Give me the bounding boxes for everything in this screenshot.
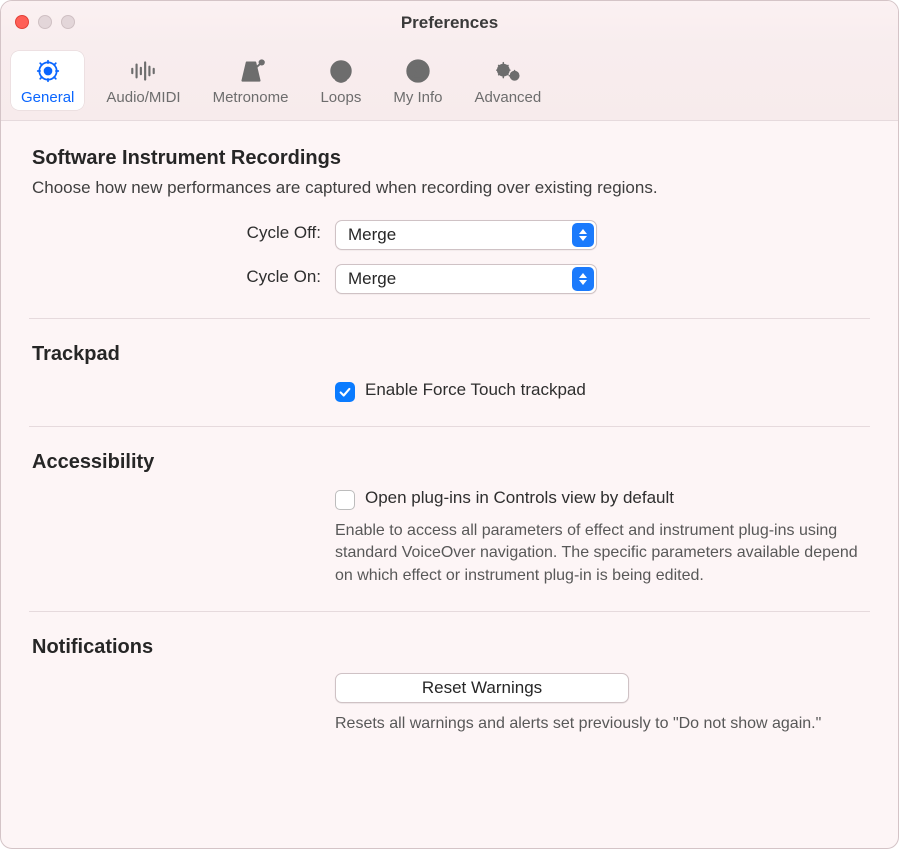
tab-label: Metronome	[213, 89, 289, 106]
controls-view-checkbox[interactable]	[335, 490, 355, 510]
tab-label: General	[21, 89, 74, 106]
minimize-button[interactable]	[38, 15, 52, 29]
waveform-icon	[128, 57, 158, 85]
controls-view-label: Open plug-ins in Controls view by defaul…	[365, 488, 674, 508]
divider	[29, 318, 870, 319]
row-controls-view: Open plug-ins in Controls view by defaul…	[29, 488, 870, 587]
force-touch-checkbox[interactable]	[335, 382, 355, 402]
tab-audio-midi[interactable]: Audio/MIDI	[96, 51, 190, 110]
label-cycle-on: Cycle On:	[29, 264, 321, 287]
close-button[interactable]	[15, 15, 29, 29]
row-cycle-off: Cycle Off: Merge	[29, 220, 870, 250]
window-controls	[15, 15, 75, 29]
row-cycle-on: Cycle On: Merge	[29, 264, 870, 294]
chevron-up-down-icon	[572, 267, 594, 291]
section-title-notifications: Notifications	[32, 636, 870, 659]
tab-label: Advanced	[475, 89, 542, 106]
tab-general[interactable]: General	[11, 51, 84, 110]
cycle-on-popup[interactable]: Merge	[335, 264, 597, 294]
metronome-icon	[236, 57, 266, 85]
reset-warnings-label: Reset Warnings	[422, 678, 542, 698]
section-title-recordings: Software Instrument Recordings	[32, 147, 870, 170]
cycle-off-value: Merge	[348, 225, 396, 245]
gear-icon	[33, 57, 63, 85]
preferences-toolbar: General Audio/MIDI	[1, 45, 898, 121]
section-title-accessibility: Accessibility	[32, 451, 870, 474]
tab-my-info[interactable]: My Info	[383, 51, 452, 110]
gears-icon	[493, 57, 523, 85]
person-circle-icon	[403, 57, 433, 85]
spacer	[29, 673, 321, 676]
preferences-content: Software Instrument Recordings Choose ho…	[1, 121, 898, 848]
spacer	[29, 488, 321, 491]
chevron-up-down-icon	[572, 223, 594, 247]
section-subtitle-recordings: Choose how new performances are captured…	[32, 178, 870, 198]
tab-advanced[interactable]: Advanced	[465, 51, 552, 110]
force-touch-label: Enable Force Touch trackpad	[365, 380, 586, 400]
loop-icon	[326, 57, 356, 85]
divider	[29, 426, 870, 427]
tab-label: Audio/MIDI	[106, 89, 180, 106]
spacer	[29, 380, 321, 383]
tab-metronome[interactable]: Metronome	[203, 51, 299, 110]
cycle-off-popup[interactable]: Merge	[335, 220, 597, 250]
cycle-on-value: Merge	[348, 269, 396, 289]
divider	[29, 611, 870, 612]
row-force-touch: Enable Force Touch trackpad	[29, 380, 870, 402]
zoom-button[interactable]	[61, 15, 75, 29]
tab-label: Loops	[320, 89, 361, 106]
controls-view-help: Enable to access all parameters of effec…	[335, 520, 870, 587]
section-title-trackpad: Trackpad	[32, 343, 870, 366]
row-reset-warnings: Reset Warnings Resets all warnings and a…	[29, 673, 870, 735]
tab-label: My Info	[393, 89, 442, 106]
window-title: Preferences	[401, 13, 498, 33]
label-cycle-off: Cycle Off:	[29, 220, 321, 243]
preferences-window: Preferences General	[0, 0, 899, 849]
titlebar: Preferences	[1, 1, 898, 45]
reset-warnings-button[interactable]: Reset Warnings	[335, 673, 629, 703]
tab-loops[interactable]: Loops	[310, 51, 371, 110]
reset-warnings-help: Resets all warnings and alerts set previ…	[335, 713, 870, 735]
